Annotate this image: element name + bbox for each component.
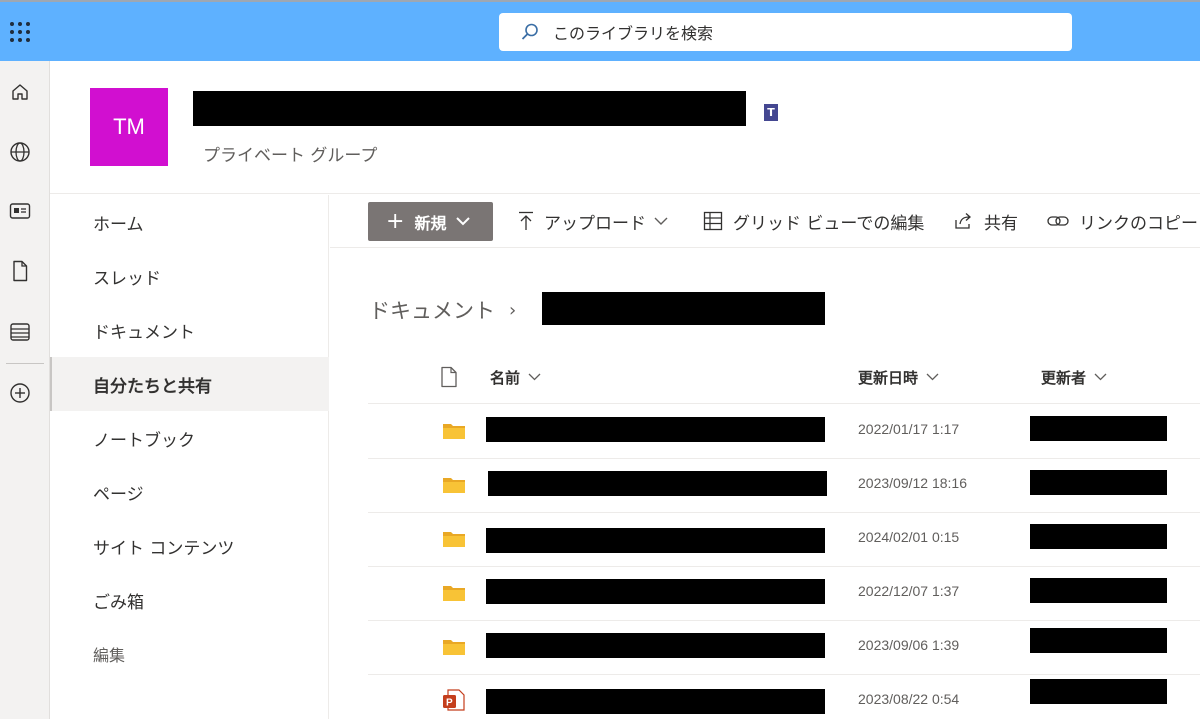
modified-by-redacted <box>1030 416 1167 441</box>
new-button-label: 新規 <box>414 213 447 233</box>
nav-item-edit[interactable]: 編集 <box>50 627 329 681</box>
link-icon <box>1047 216 1069 226</box>
app-launcher-icon[interactable] <box>8 20 32 44</box>
grid-edit-button[interactable]: グリッド ビューでの編集 <box>703 207 924 235</box>
add-circle-icon[interactable] <box>8 381 32 405</box>
share-label: 共有 <box>984 213 1018 234</box>
file-type-icon <box>441 366 457 388</box>
folder-icon <box>443 586 465 601</box>
modified-by-column-header[interactable]: 更新者 <box>1041 352 1107 402</box>
folder-icon <box>443 478 465 493</box>
file-name-redacted[interactable] <box>486 528 825 553</box>
grid-icon <box>703 211 723 231</box>
chevron-down-icon <box>926 373 939 381</box>
name-column-label: 名前 <box>490 368 521 387</box>
file-name-redacted[interactable] <box>488 471 827 496</box>
powerpoint-file-icon: P <box>443 689 465 711</box>
list-icon[interactable] <box>8 320 32 344</box>
search-placeholder: このライブラリを検索 <box>553 24 714 43</box>
share-icon <box>955 213 971 229</box>
app-rail <box>0 61 50 719</box>
new-button[interactable]: + 新規 <box>368 202 493 241</box>
modified-by-redacted <box>1030 470 1167 495</box>
folder-icon <box>443 640 465 655</box>
search-box[interactable]: このライブラリを検索 <box>499 13 1072 51</box>
suite-header: このライブラリを検索 <box>0 0 1200 61</box>
svg-text:P: P <box>446 698 453 709</box>
left-navigation: ホーム スレッド ドキュメント 自分たちと共有 ノートブック ページ サイト コ… <box>50 195 329 719</box>
file-name-redacted[interactable] <box>486 689 825 714</box>
modified-column-label: 更新日時 <box>858 368 919 387</box>
copy-link-label: リンクのコピー <box>1079 213 1198 234</box>
nav-item-documents[interactable]: ドキュメント <box>50 303 329 357</box>
rail-divider <box>6 363 44 364</box>
nav-item-shared-with-us[interactable]: 自分たちと共有 <box>50 357 329 411</box>
modified-column-header[interactable]: 更新日時 <box>858 352 939 402</box>
file-type-column-header[interactable] <box>440 352 458 402</box>
file-name-redacted[interactable] <box>486 579 825 604</box>
nav-item-recycle-bin[interactable]: ごみ箱 <box>50 573 329 627</box>
chevron-down-icon <box>654 217 668 225</box>
nav-item-notebook[interactable]: ノートブック <box>50 411 329 465</box>
document-icon[interactable] <box>8 259 32 283</box>
teams-icon[interactable]: T <box>764 104 786 122</box>
breadcrumb-root[interactable]: ドキュメント <box>369 295 495 325</box>
table-row[interactable]: 2023/09/06 1:39 <box>368 620 1200 674</box>
chevron-down-icon <box>456 217 471 226</box>
modified-by-column-label: 更新者 <box>1041 368 1087 387</box>
command-bar: + 新規 アップロード グリッド ビューでの編集 共有 リンクのコピー <box>330 195 1200 248</box>
upload-icon <box>519 211 533 230</box>
table-row[interactable]: 2022/01/17 1:17 <box>368 404 1200 458</box>
chevron-right-icon: › <box>509 299 517 321</box>
chevron-down-icon <box>528 373 541 381</box>
news-icon[interactable] <box>8 199 32 223</box>
plus-icon: + <box>386 208 405 234</box>
nav-item-pages[interactable]: ページ <box>50 465 329 519</box>
breadcrumb: ドキュメント › <box>369 295 528 325</box>
site-logo[interactable]: TM <box>90 88 168 166</box>
copy-link-button[interactable]: リンクのコピー <box>1047 207 1198 235</box>
file-name-redacted[interactable] <box>486 633 825 658</box>
search-icon <box>521 23 538 40</box>
site-header: TM T プライベート グループ <box>50 61 1200 194</box>
site-title-redacted <box>193 91 746 126</box>
modified-date: 2023/09/06 1:39 <box>858 637 960 653</box>
modified-date: 2024/02/01 0:15 <box>858 529 960 545</box>
modified-date: 2023/09/12 18:16 <box>858 475 967 491</box>
home-icon[interactable] <box>8 80 32 104</box>
modified-by-redacted <box>1030 524 1167 549</box>
upload-label: アップロード <box>544 213 646 234</box>
modified-date: 2023/08/22 0:54 <box>858 691 960 707</box>
modified-by-redacted <box>1030 578 1167 603</box>
modified-by-redacted <box>1030 628 1167 653</box>
table-row[interactable]: 2024/02/01 0:15 <box>368 512 1200 566</box>
file-name-redacted[interactable] <box>486 417 825 442</box>
table-row[interactable]: 2023/09/12 18:16 <box>368 458 1200 512</box>
share-button[interactable]: 共有 <box>954 207 1018 235</box>
folder-icon <box>443 532 465 547</box>
chevron-down-icon <box>1094 373 1107 381</box>
modified-date: 2022/12/07 1:37 <box>858 583 960 599</box>
nav-item-threads[interactable]: スレッド <box>50 249 329 303</box>
site-subtitle: プライベート グループ <box>203 146 378 166</box>
table-row[interactable]: P 2023/08/22 0:54 <box>368 674 1200 728</box>
table-row[interactable]: 2022/12/07 1:37 <box>368 566 1200 620</box>
nav-item-home[interactable]: ホーム <box>50 195 329 249</box>
upload-button[interactable]: アップロード <box>518 207 668 235</box>
breadcrumb-current-redacted <box>542 292 825 325</box>
modified-by-redacted <box>1030 679 1167 704</box>
globe-icon[interactable] <box>8 140 32 164</box>
name-column-header[interactable]: 名前 <box>490 352 541 402</box>
nav-item-site-contents[interactable]: サイト コンテンツ <box>50 519 329 573</box>
modified-date: 2022/01/17 1:17 <box>858 421 960 437</box>
grid-edit-label: グリッド ビューでの編集 <box>733 213 925 234</box>
folder-icon <box>443 424 465 439</box>
